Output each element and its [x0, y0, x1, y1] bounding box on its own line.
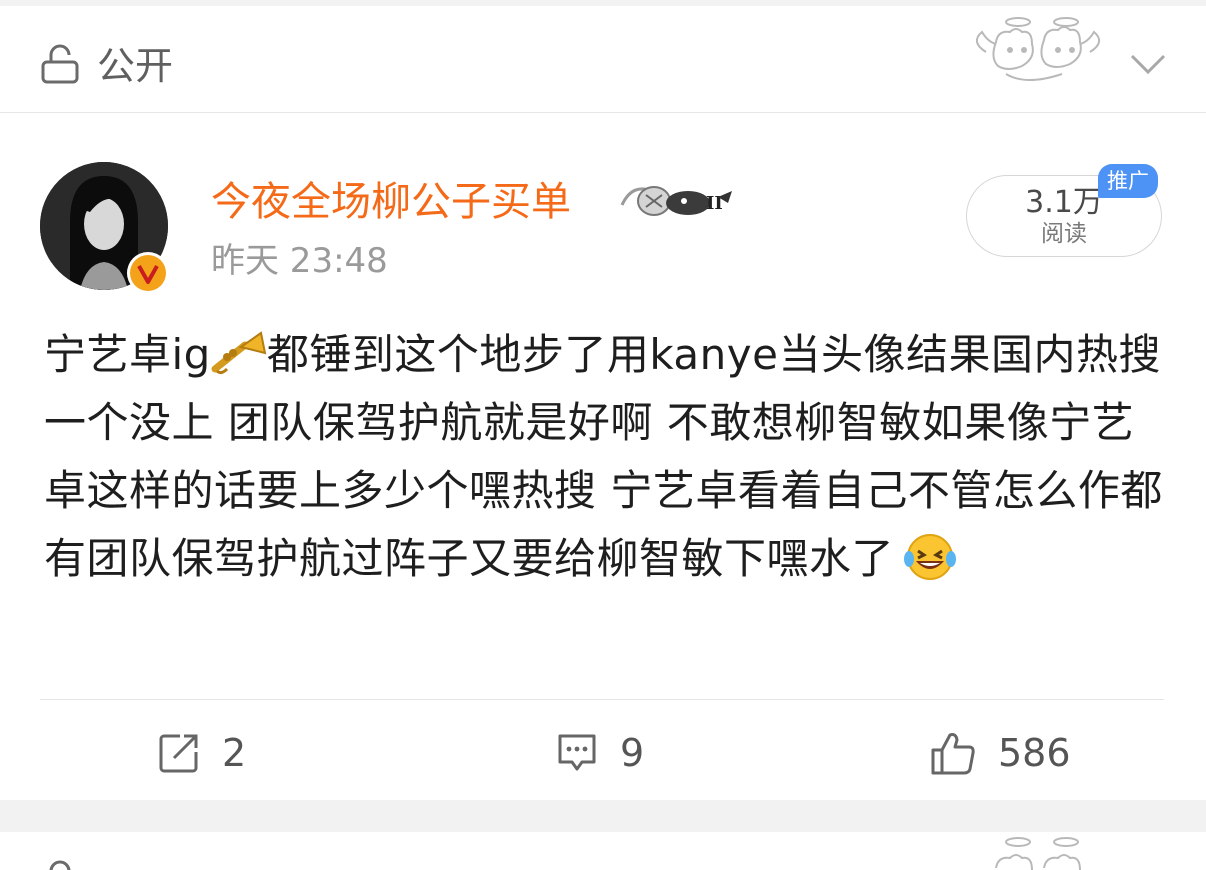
like-count: 586 [998, 731, 1071, 775]
post-time: 昨天 23:48 [211, 241, 388, 281]
post-text: 宁艺卓ig 都锤到这个地步了用kanye当头像结果国内热搜一个没上 团队保驾护航就… [44, 321, 1169, 593]
trumpet-emoji [211, 331, 267, 375]
post-text-part: 宁艺卓ig [44, 330, 211, 379]
read-label: 阅读 [1041, 221, 1087, 247]
laughing-tears-emoji [904, 534, 957, 580]
comment-button[interactable]: 9 [556, 725, 644, 781]
thumbs-up-icon [931, 733, 975, 775]
chevron-down-icon[interactable] [1128, 48, 1168, 78]
post-card: 公开 今夜全场柳公子买单 II 昨天 23:48 3.1万 阅读 推广 宁艺卓i… [0, 6, 1206, 805]
post: 今夜全场柳公子买单 II 昨天 23:48 3.1万 阅读 推广 宁艺卓ig 都锤… [0, 113, 1206, 805]
visibility-label: 公开 [97, 44, 174, 88]
comment-icon [558, 734, 596, 771]
promo-badge: 推广 [1098, 164, 1158, 198]
comment-count: 9 [620, 731, 645, 775]
repost-count: 2 [222, 731, 247, 775]
next-post-card [0, 832, 1206, 870]
visibility-row[interactable]: 公开 [0, 6, 1206, 113]
verified-badge-icon [127, 252, 169, 294]
next-unlock-icon [49, 860, 71, 870]
actions-divider [40, 699, 1164, 700]
feed-gap [0, 800, 1206, 832]
unlock-icon [41, 44, 79, 84]
like-button[interactable]: 586 [930, 725, 1071, 781]
next-sticker-icon [995, 837, 1081, 870]
fan-badge-icon: II [620, 186, 732, 216]
repost-button[interactable]: 2 [158, 725, 246, 781]
share-icon [159, 734, 198, 773]
author-name[interactable]: 今夜全场柳公子买单 [211, 176, 571, 228]
angel-cat-sticker-icon [975, 17, 1101, 81]
